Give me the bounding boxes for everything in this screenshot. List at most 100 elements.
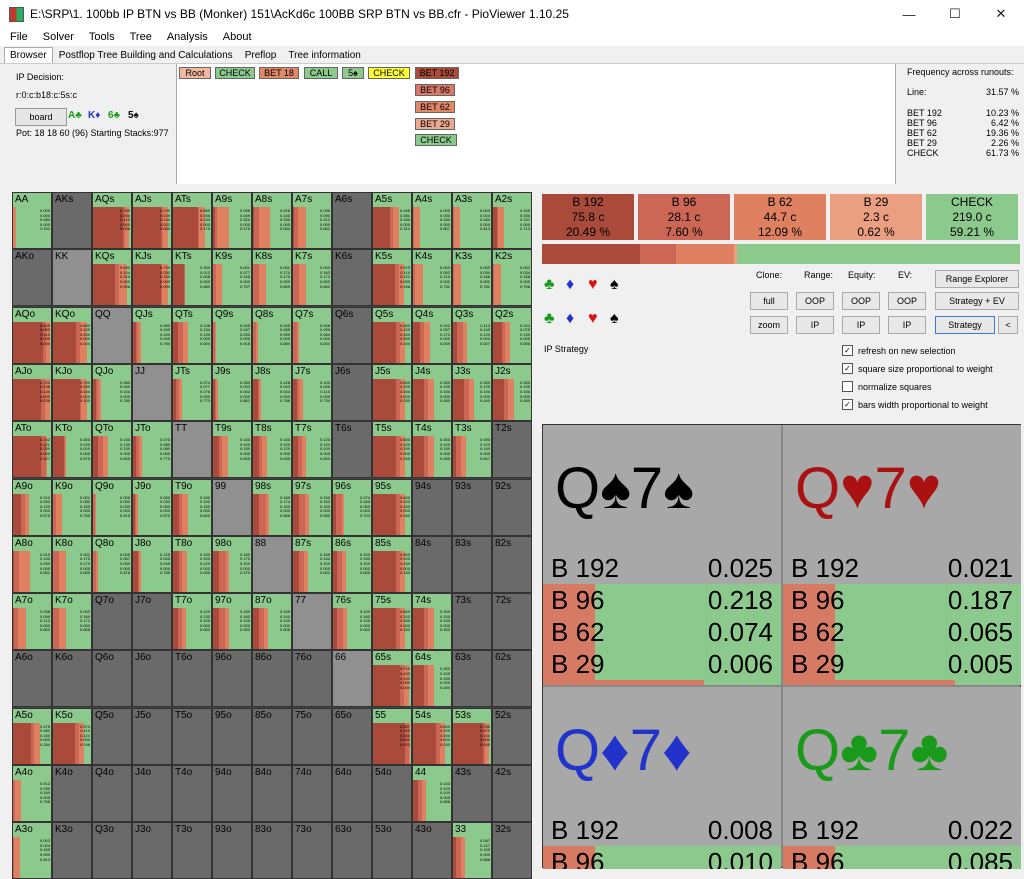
hand-cell[interactable]: AKs [52,192,92,249]
hand-cell[interactable]: 0.8370.1000.0400.0000.02355 [372,708,412,765]
hand-cell[interactable]: 0.0030.0240.1600.0000.813A3o [12,822,52,879]
hand-cell[interactable]: 86o [252,650,292,707]
tree-node-bet18[interactable]: BET 18 [259,67,299,79]
hand-cell[interactable]: J4o [132,765,172,822]
hand-cell[interactable]: 88 [252,536,292,593]
combo-card[interactable]: Q♦7♦ B 1920.008B 960.010B 620.013 [543,687,781,869]
hand-cell[interactable]: 0.0800.0400.1000.0000.780QJs [132,307,172,364]
hand-cell[interactable]: 0.5900.1040.2100.0000.096KQs [92,249,132,306]
hand-cell[interactable]: 0.1500.1000.1200.0000.630T8o [172,536,212,593]
hand-cell[interactable]: 0.0900.1230.1400.0000.647T3s [452,421,492,478]
hand-cell[interactable]: 0.1600.1740.1000.0000.56698s [252,479,292,536]
hand-cell[interactable]: 0.1550.1400.1000.0000.60587o [252,593,292,650]
hand-cell[interactable]: 0.2120.0930.1200.0000.575A9o [12,479,52,536]
hand-cell[interactable]: 0.7130.1000.1430.0000.04465s [372,650,412,707]
hand-cell[interactable]: 77 [292,593,332,650]
hand-cell[interactable]: 75o [292,708,332,765]
hand-cell[interactable]: 0.0800.0400.1000.0000.780QJo [92,364,132,421]
hand-cell[interactable]: 0.1500.1600.1000.0000.59097o [212,593,252,650]
hand-cell[interactable]: J6o [132,650,172,707]
hand-cell[interactable]: 0.0050.0500.0300.0000.915Q9o [92,479,132,536]
hand-cell[interactable]: 42s [492,765,532,822]
spade-filter-icon[interactable]: ♠ [610,276,619,294]
hand-cell[interactable]: JJ [132,364,172,421]
hand-cell[interactable]: 0.0190.1400.2900.0000.551A8o [12,536,52,593]
hand-cell[interactable]: 63o [332,822,372,879]
hand-cell[interactable]: 76o [292,650,332,707]
hand-cell[interactable]: 0.6600.0360.1340.0000.170ATs [172,192,212,249]
action-box-b29[interactable]: B 29 2.3 c 0.62 % [830,194,922,240]
hand-cell[interactable]: 0.0010.0800.1600.0000.759K9o [52,479,92,536]
tree-option-bet62[interactable]: BET 62 [415,101,455,113]
hand-cell[interactable]: 0.7850.0700.1000.0000.04553s [452,708,492,765]
hand-cell[interactable]: 0.7400.0390.1300.0020.089AJs [132,192,172,249]
hand-cell[interactable]: 0.0010.0770.1650.0000.757K9s [212,249,252,306]
hand-cell[interactable]: 0.1000.0300.1570.0000.713A2s [492,192,532,249]
diamond-filter-icon[interactable]: ♦ [566,276,574,294]
hand-cell[interactable]: 53o [372,822,412,879]
hand-cell[interactable]: 0.3000.1000.1500.0000.450T4s [412,421,452,478]
hand-cell[interactable]: 0.6000.1000.1500.0000.15075s [372,593,412,650]
hand-cell[interactable]: 0.7420.1210.0300.0000.107ATo [12,421,52,478]
hand-cell[interactable]: 0.4450.0810.1600.0000.314A5s [372,192,412,249]
close-button[interactable]: ✕ [978,0,1024,28]
tab-browser[interactable]: Browser [4,47,53,63]
hand-cell[interactable]: 72s [492,593,532,650]
zoom-button[interactable]: zoom [750,316,788,334]
hand-cell[interactable]: 0.1000.1500.1000.0000.65086s [332,536,372,593]
hand-cell[interactable]: 0.1200.1300.1000.0000.650T7o [172,593,212,650]
hand-cell[interactable]: 0.1550.1440.1000.0000.60187s [292,536,332,593]
ev-oop-button[interactable]: OOP [888,292,926,310]
hand-cell[interactable]: 0.5730.1100.1210.0000.196K5s [372,249,412,306]
hand-cell[interactable]: 0.0030.1600.1720.0000.665K7o [52,593,92,650]
action-box-b96[interactable]: B 96 28.1 c 7.60 % [638,194,730,240]
hand-cell[interactable]: 0.0050.0670.0500.0000.878Q8o [92,536,132,593]
hand-cell[interactable]: K6o [52,650,92,707]
hand-cell[interactable]: 0.3000.1000.1500.0000.450J4s [412,364,452,421]
menu-file[interactable]: File [10,31,28,43]
hand-cell[interactable]: 0.1000.1600.1000.0000.64076s [332,593,372,650]
combo-card[interactable]: Q♣7♣ B 1920.022B 960.085B 620.126 [783,687,1021,869]
maximize-button[interactable]: ☐ [932,0,978,28]
minimize-button[interactable]: — [886,0,932,28]
range-explorer-button[interactable]: Range Explorer [935,270,1019,288]
hand-cell[interactable]: 64o [332,765,372,822]
hand-cell[interactable]: QQ [92,307,132,364]
hand-cell[interactable]: 93s [452,479,492,536]
hand-cell[interactable]: 0.0500.0300.0500.0000.870J9o [132,479,172,536]
action-box-b62[interactable]: B 62 44.7 c 12.09 % [734,194,826,240]
hand-cell[interactable]: 83s [452,536,492,593]
hand-cell[interactable]: 0.6000.1000.1500.0000.15085s [372,536,412,593]
hand-cell[interactable]: 0.0530.0330.0520.0000.862J9s [212,364,252,421]
hand-cell[interactable]: 73s [452,593,492,650]
hand-cell[interactable]: Q4o [92,765,132,822]
heart-filter-icon[interactable]: ♥ [588,276,598,294]
strategy-button[interactable]: Strategy [935,316,995,334]
hand-cell[interactable]: 0.5730.1100.1210.0000.196K5o [52,708,92,765]
hand-cell[interactable]: 0.0050.0650.0500.0000.880Q8s [252,307,292,364]
action-box-check[interactable]: CHECK 219.0 c 59.21 % [926,194,1018,240]
hand-cell[interactable]: 84o [252,765,292,822]
hand-cell[interactable]: 0.1500.1600.1000.0000.59097s [292,479,332,536]
hand-cell[interactable]: 0.0050.0470.0300.0000.918Q9s [212,307,252,364]
tree-option-bet192[interactable]: BET 192 [415,67,459,79]
hand-cell[interactable]: 0.0030.0300.1860.0000.781K3s [452,249,492,306]
hand-cell[interactable]: A6o [12,650,52,707]
hand-cell[interactable]: 99 [212,479,252,536]
equity-ip-button[interactable]: IP [842,316,880,334]
board-button[interactable]: board [15,108,67,126]
hand-cell[interactable]: 0.2440.0700.1300.0000.556Q2s [492,307,532,364]
hand-cell[interactable]: 93o [212,822,252,879]
hand-cell[interactable]: 0.0870.1270.1000.0000.68633 [452,822,492,879]
hand-cell[interactable]: K3o [52,822,92,879]
hand-cell[interactable]: 0.8000.0600.1100.0000.030AQo [12,307,52,364]
hand-cell[interactable]: 94s [412,479,452,536]
hand-cell[interactable]: Q3o [92,822,132,879]
hand-cell[interactable]: 0.6000.1000.1500.0000.150J5s [372,364,412,421]
hand-cell[interactable]: T5o [172,708,212,765]
hand-cell[interactable]: 0.6000.1000.1500.0000.15054s [412,708,452,765]
hand-cell[interactable]: 0.1920.0970.1720.0000.539Q4s [412,307,452,364]
hand-cell[interactable]: J7o [132,593,172,650]
diamond-filter-icon[interactable]: ♦ [566,310,574,328]
hand-cell[interactable]: 0.1500.1000.1500.0000.600T9o [172,479,212,536]
